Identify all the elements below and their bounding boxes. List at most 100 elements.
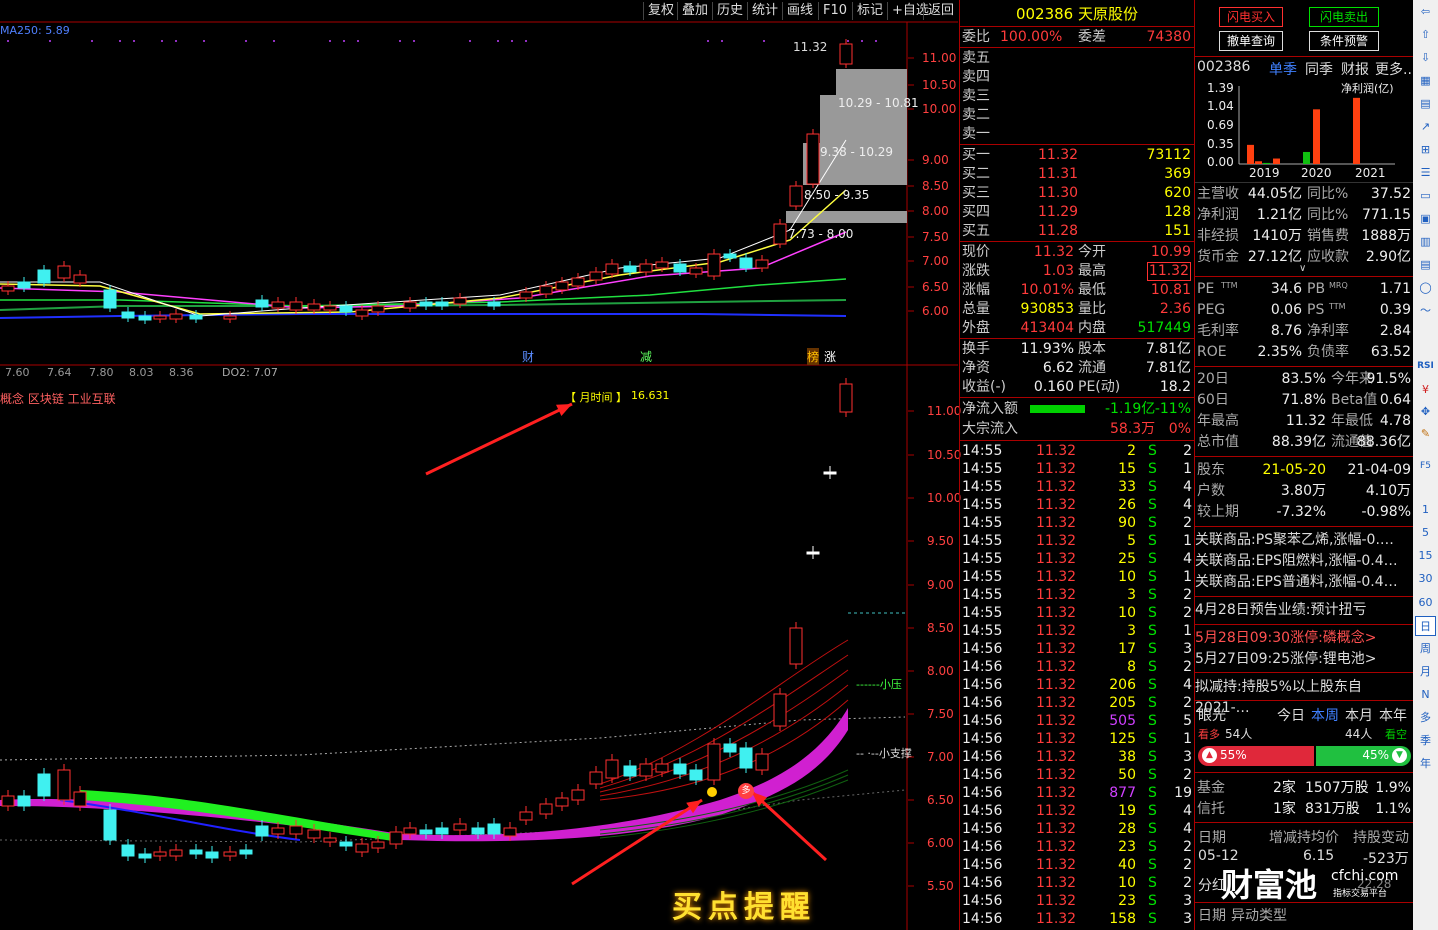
flash-buy-button[interactable]: 闪电买入 [1219,7,1283,27]
tick-row: 14:55 11.32 2 S 2 [960,442,1194,460]
stats-button[interactable]: 统计 [747,2,782,20]
stat-value: 11.32 [1034,243,1074,262]
back-button[interactable]: 返回 [923,2,958,20]
fin-icon[interactable]: ▣ [1415,209,1436,229]
expand-chevron-icon[interactable]: ∨ [1299,263,1306,274]
quote-panel: 002386 天原股份 委比 100.00% 委差 74380 卖五 卖四 卖三 卖二… [959,0,1193,930]
up-icon[interactable]: ⇧ [1415,25,1436,45]
grid-icon[interactable]: ▦ [1415,71,1436,91]
limitup-item[interactable]: 5月28日09:30涨停:磷概念> [1195,628,1414,649]
period-button[interactable]: 季 [1415,731,1436,751]
net-inflow-row: 净流入额 -1.19亿 -11% [960,400,1194,419]
period-button[interactable]: 60 [1415,593,1436,613]
event-marker-finance[interactable]: 财 [522,348,534,365]
buy-signal-icon[interactable]: 多 [738,783,754,799]
vision-tab-year[interactable]: 本年 [1379,705,1407,725]
condition-alert-button[interactable]: 条件预警 [1309,31,1379,51]
cancel-order-button[interactable]: 撤单查询 [1219,31,1283,51]
event-marker-rise[interactable]: 涨 [824,348,836,365]
restore-rights-button[interactable]: 复权 [643,2,678,20]
buy-level-row[interactable]: 买一 11.32 73112 [960,146,1194,165]
tick-side: S [1148,874,1157,892]
related-commodity-item[interactable]: 关联商品:EPS普通料,涨幅-0.4… [1195,572,1414,593]
event-marker-list[interactable]: 榜 [807,348,819,365]
list-icon[interactable]: ▤ [1415,94,1436,114]
ratio-value: 2.84 [1380,321,1411,342]
earnings-notice[interactable]: 4月28日预告业绩:预计扭亏 [1195,600,1414,621]
tab-same-quarter[interactable]: 同季 [1305,59,1333,79]
buy-level-row[interactable]: 买四 11.29 128 [960,203,1194,222]
period-button[interactable]: 月 [1415,662,1436,682]
vision-tab-today[interactable]: 今日 [1277,705,1305,725]
related-commodity-item[interactable]: 关联商品:PS聚苯乙烯,涨幅-0.… [1195,530,1414,551]
period-button[interactable]: 5 [1415,523,1436,543]
page-icon[interactable]: ▤ [1415,255,1436,275]
rsi-icon[interactable]: RSI [1415,356,1436,376]
back-icon[interactable]: ⇦ [1415,2,1436,22]
mark-button[interactable]: 标记 [852,2,887,20]
buy-level-price: 11.29 [1038,203,1078,222]
period-button[interactable]: 30 [1415,569,1436,589]
period-button[interactable]: 15 [1415,546,1436,566]
period-button[interactable]: N [1415,685,1436,705]
flash-sell-button[interactable]: 闪电卖出 [1309,7,1379,27]
vision-tab-month[interactable]: 本月 [1345,705,1373,725]
move-icon[interactable]: ✥ [1415,402,1436,422]
tick-price: 11.32 [1036,712,1076,730]
sell-level-row: 卖四 [960,68,1194,87]
tick-time: 14:55 [962,460,1002,478]
yuan-icon[interactable]: ¥ [1415,380,1436,400]
fin-ratio-row: ROE 2.35% 负债率 63.52 [1195,342,1414,363]
chart-svg[interactable] [0,0,958,930]
history-button[interactable]: 历史 [712,2,747,20]
overlay-button[interactable]: 叠加 [677,2,712,20]
price-tick: 6.00 [922,304,949,318]
period-button[interactable]: 多 [1415,708,1436,728]
f10-icon[interactable]: ▭ [1415,186,1436,206]
circle-icon[interactable]: ◯ [1415,278,1436,298]
perf-value: 91.5% [1367,369,1411,390]
wave-icon[interactable]: 〜 [1415,301,1436,321]
tick-side: S [1148,568,1157,586]
stat-label: 外盘 [962,319,990,338]
table-icon[interactable]: ☰ [1415,163,1436,183]
tick-volume: 3 [1127,586,1136,604]
tick-price: 11.32 [1036,892,1076,910]
stat-value: 413404 [1021,319,1074,338]
buy-level-row[interactable]: 买二 11.31 369 [960,165,1194,184]
tab-report[interactable]: 财报 [1341,59,1369,79]
pencil-icon[interactable]: ✎ [1415,424,1436,444]
period-button[interactable]: 周 [1415,639,1436,659]
tick-price: 11.32 [1036,802,1076,820]
tick-count: 4 [1183,802,1192,820]
bear-bar[interactable]: 45% ▼ [1316,746,1411,766]
tick-volume: 125 [1109,730,1136,748]
line-icon[interactable]: ↗ [1415,117,1436,137]
tick-side: S [1148,676,1157,694]
candle-icon[interactable]: ⊞ [1415,140,1436,160]
limitup-item[interactable]: 5月27日09:25涨停:锂电池> [1195,649,1414,670]
finance-panel: 闪电买入 闪电卖出 撤单查询 条件预警 002386 单季 同季 财报 更多..… [1194,0,1413,930]
tick-price: 11.32 [1036,676,1076,694]
f5-icon[interactable]: F5 [1415,456,1436,476]
metric-value: 2.90亿 [1366,247,1411,268]
buy-level-row[interactable]: 买三 11.30 620 [960,184,1194,203]
bull-bar[interactable]: ▲ 55% [1198,746,1314,766]
metric-label: 应收款 [1307,247,1349,268]
period-button[interactable]: 日 [1415,616,1436,636]
down-icon[interactable]: ⇩ [1415,48,1436,68]
period-button[interactable]: 1 [1415,500,1436,520]
event-marker-reduce[interactable]: 减 [640,348,652,365]
vision-tab-week[interactable]: 本周 [1311,705,1339,725]
f10-button[interactable]: F10 [818,2,851,20]
fin2-icon[interactable]: ▥ [1415,232,1436,252]
tab-more[interactable]: 更多.. [1375,59,1412,79]
chart-area[interactable]: 复权 叠加 历史 统计 画线 F10 标记 +自选 返回 MA250: 5.89… [0,0,958,930]
related-commodity-item[interactable]: 关联商品:EPS阻燃料,涨幅-0.4… [1195,551,1414,572]
tab-quarter[interactable]: 单季 [1269,59,1297,79]
period-button[interactable]: 年 [1415,754,1436,774]
reduce-notice[interactable]: 拟减持:持股5%以上股东自2021-… [1195,677,1414,698]
draw-button[interactable]: 画线 [782,2,817,20]
buy-level-row[interactable]: 买五 11.28 151 [960,222,1194,241]
tick-side: S [1148,856,1157,874]
